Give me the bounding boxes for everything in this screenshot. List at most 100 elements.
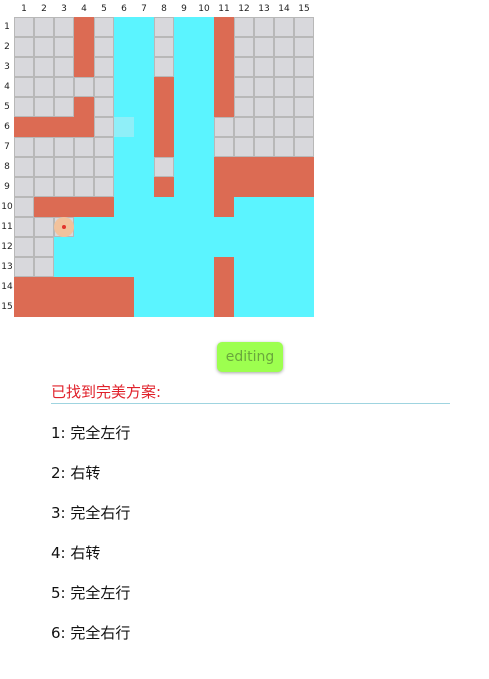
water-cell[interactable] [294, 297, 314, 317]
water-cell[interactable] [194, 277, 214, 297]
water-cell[interactable] [194, 17, 214, 37]
water-cell[interactable] [194, 137, 214, 157]
block-cell[interactable] [74, 97, 94, 117]
water-cell[interactable] [74, 237, 94, 257]
block-cell[interactable] [54, 297, 74, 317]
wall-cell[interactable] [34, 257, 54, 277]
water-cell[interactable] [254, 217, 274, 237]
block-cell[interactable] [94, 277, 114, 297]
wall-cell[interactable] [294, 37, 314, 57]
water-cell[interactable] [214, 237, 234, 257]
wall-cell[interactable] [254, 57, 274, 77]
wall-cell[interactable] [294, 97, 314, 117]
wall-cell[interactable] [294, 77, 314, 97]
wall-cell[interactable] [74, 177, 94, 197]
block-cell[interactable] [154, 97, 174, 117]
block-cell[interactable] [54, 117, 74, 137]
water-cell[interactable] [254, 197, 274, 217]
wall-cell[interactable] [14, 17, 34, 37]
water-cell[interactable] [174, 17, 194, 37]
wall-cell[interactable] [214, 137, 234, 157]
water-cell[interactable] [234, 257, 254, 277]
water-cell[interactable] [154, 217, 174, 237]
wall-cell[interactable] [34, 177, 54, 197]
water-cell[interactable] [114, 177, 134, 197]
water-cell[interactable] [174, 177, 194, 197]
water-cell[interactable] [134, 197, 154, 217]
water-cell[interactable] [194, 197, 214, 217]
water-cell[interactable] [274, 217, 294, 237]
water-cell[interactable] [154, 257, 174, 277]
water-cell[interactable] [134, 77, 154, 97]
wall-cell[interactable] [154, 57, 174, 77]
water-cell[interactable] [94, 237, 114, 257]
wall-cell[interactable] [94, 37, 114, 57]
water-cell[interactable] [114, 17, 134, 37]
wall-cell[interactable] [34, 37, 54, 57]
block-cell[interactable] [274, 157, 294, 177]
block-cell[interactable] [74, 57, 94, 77]
block-cell[interactable] [74, 197, 94, 217]
wall-cell[interactable] [14, 217, 34, 237]
block-cell[interactable] [34, 277, 54, 297]
water-cell[interactable] [134, 37, 154, 57]
water-cell[interactable] [174, 77, 194, 97]
wall-cell[interactable] [254, 137, 274, 157]
wall-cell[interactable] [74, 157, 94, 177]
block-cell[interactable] [214, 37, 234, 57]
water-cell[interactable] [194, 37, 214, 57]
block-cell[interactable] [94, 197, 114, 217]
water-cell[interactable] [134, 257, 154, 277]
wall-cell[interactable] [274, 117, 294, 137]
water-cell[interactable] [234, 197, 254, 217]
water-cell[interactable] [274, 237, 294, 257]
water-cell[interactable] [134, 97, 154, 117]
block-cell[interactable] [254, 157, 274, 177]
water-cell[interactable] [174, 217, 194, 237]
water-cell[interactable] [154, 277, 174, 297]
water-cell[interactable] [114, 97, 134, 117]
water-cell[interactable] [134, 57, 154, 77]
wall-cell[interactable] [154, 157, 174, 177]
block-cell[interactable] [214, 277, 234, 297]
water-cell[interactable] [294, 257, 314, 277]
block-cell[interactable] [14, 277, 34, 297]
water-cell[interactable] [54, 237, 74, 257]
wall-cell[interactable] [294, 117, 314, 137]
water-cell[interactable] [254, 237, 274, 257]
water-cell[interactable] [134, 277, 154, 297]
block-cell[interactable] [214, 257, 234, 277]
wall-cell[interactable] [234, 77, 254, 97]
wall-cell[interactable] [234, 117, 254, 137]
wall-cell[interactable] [14, 197, 34, 217]
wall-cell[interactable] [54, 17, 74, 37]
water-cell[interactable] [174, 157, 194, 177]
water-cell[interactable] [114, 37, 134, 57]
wall-cell[interactable] [14, 137, 34, 157]
water-cell[interactable] [194, 77, 214, 97]
wall-cell[interactable] [34, 57, 54, 77]
water-cell[interactable] [54, 257, 74, 277]
block-cell[interactable] [154, 177, 174, 197]
water-cell[interactable] [194, 157, 214, 177]
wall-cell[interactable] [94, 77, 114, 97]
block-cell[interactable] [234, 157, 254, 177]
block-cell[interactable] [14, 117, 34, 137]
wall-cell[interactable] [94, 137, 114, 157]
block-cell[interactable] [54, 197, 74, 217]
water-cell[interactable] [114, 137, 134, 157]
wall-cell[interactable] [14, 257, 34, 277]
water-cell[interactable] [194, 297, 214, 317]
wall-cell[interactable] [234, 57, 254, 77]
wall-cell[interactable] [34, 137, 54, 157]
block-cell[interactable] [34, 297, 54, 317]
water-cell[interactable] [234, 297, 254, 317]
wall-cell[interactable] [54, 157, 74, 177]
block-cell[interactable] [234, 177, 254, 197]
wall-cell[interactable] [294, 137, 314, 157]
wall-cell[interactable] [14, 97, 34, 117]
water-cell[interactable] [254, 277, 274, 297]
wall-cell[interactable] [274, 97, 294, 117]
wall-cell[interactable] [94, 97, 114, 117]
wall-cell[interactable] [34, 157, 54, 177]
